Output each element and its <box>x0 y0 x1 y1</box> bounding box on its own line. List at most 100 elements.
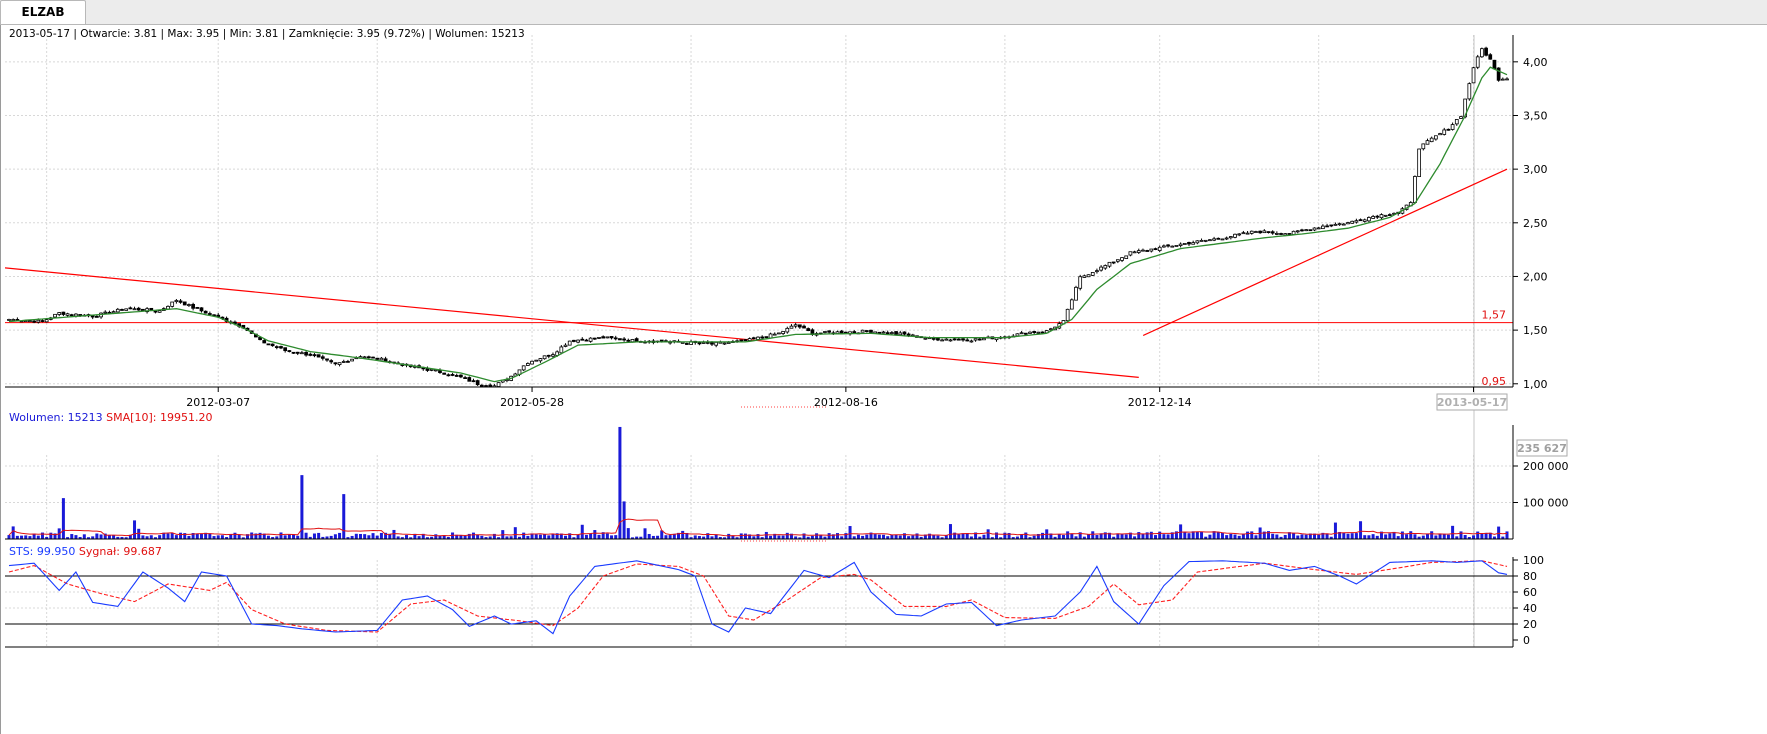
candlestick <box>777 332 781 335</box>
volume-bar <box>7 535 11 539</box>
volume-bar <box>1430 531 1434 539</box>
volume-bar <box>1137 532 1141 539</box>
candlestick <box>28 320 32 323</box>
volume-bar <box>1359 521 1363 539</box>
candlestick <box>1107 261 1112 268</box>
chart-canvas[interactable]: 1,57 0,95 2013-05-17 | Otwarcie: 3.81 | M… <box>1 25 1767 734</box>
volume-bar <box>82 534 86 539</box>
volume-bar <box>1087 534 1091 539</box>
candlestick <box>1166 244 1170 248</box>
candlestick <box>1132 250 1137 254</box>
volume-bar <box>1434 535 1438 539</box>
x-tick-label: 2012-08-16 <box>814 396 878 409</box>
candlestick <box>1446 128 1451 131</box>
candlestick <box>1262 229 1267 234</box>
volume-bar <box>166 533 170 539</box>
candlestick <box>1367 216 1371 223</box>
volume-bar <box>1425 533 1429 539</box>
volume-bar <box>367 535 371 539</box>
volume-bar <box>99 534 103 539</box>
candlestick <box>442 372 447 375</box>
candlestick <box>195 306 200 309</box>
volume-axis-labels: 100 000 200 000 <box>1513 460 1569 510</box>
volume-bar <box>898 535 902 539</box>
volume-bar <box>1400 531 1404 539</box>
volume-bar <box>995 532 999 539</box>
candlestick <box>877 331 882 334</box>
volume-tick-label: 100 000 <box>1523 497 1569 510</box>
candlestick <box>823 331 827 334</box>
candlestick <box>1417 148 1421 177</box>
volume-bar <box>237 534 241 539</box>
cursor-date-label: 2013-05-17 <box>1437 396 1507 409</box>
candlestick <box>961 337 965 342</box>
volume-bar <box>1208 534 1212 539</box>
candlestick <box>157 310 162 313</box>
candlestick <box>1329 224 1334 228</box>
candlestick <box>1375 214 1380 219</box>
candlestick <box>948 338 953 342</box>
candlestick <box>1379 213 1384 220</box>
candlestick <box>572 339 576 343</box>
volume-bar <box>1480 533 1484 539</box>
volume-bar <box>848 526 852 539</box>
volume-bar <box>1003 532 1007 539</box>
volume-bar <box>471 532 475 539</box>
volume-bar <box>358 533 362 539</box>
candlestick <box>1095 268 1099 274</box>
candlestick <box>1308 229 1313 232</box>
volume-bar <box>1020 534 1024 539</box>
candlestick <box>772 332 777 336</box>
volume-bar <box>538 534 542 539</box>
candlestick <box>881 330 886 334</box>
candlestick <box>371 356 375 359</box>
candlestick <box>446 373 451 377</box>
volume-bar <box>1388 533 1392 539</box>
volume-bar <box>856 534 860 539</box>
volume-bar <box>1497 526 1501 539</box>
candlestick <box>103 310 108 314</box>
candlestick <box>496 382 501 387</box>
volume-bar <box>333 534 337 539</box>
candlestick <box>1438 132 1442 136</box>
candlestick <box>1103 264 1108 270</box>
volume-bar <box>1070 533 1074 539</box>
volume-bar <box>1220 532 1224 539</box>
candlestick <box>1032 330 1037 335</box>
volume-bar <box>141 535 145 539</box>
volume-bar <box>1187 533 1191 539</box>
price-tick-label: 4,00 <box>1523 56 1548 69</box>
candlestick <box>1484 46 1488 57</box>
volume-bar <box>836 533 840 539</box>
sts-axis-labels: 0 20 40 60 80 100 <box>1513 554 1544 647</box>
candlestick <box>864 330 869 333</box>
candlestick <box>1471 66 1476 84</box>
volume-bar <box>1183 532 1187 539</box>
volume-bar <box>1066 531 1070 539</box>
volume-bar <box>1195 531 1199 539</box>
tab-elzab[interactable]: ELZAB <box>0 0 86 24</box>
candlestick <box>99 312 103 319</box>
candlestick <box>797 324 802 329</box>
volume-bar <box>1041 532 1045 539</box>
volume-bar <box>668 535 672 539</box>
candlestick <box>1111 261 1116 265</box>
candlestick <box>567 340 572 346</box>
volume-bar <box>195 533 199 539</box>
volume-bar <box>1371 534 1375 539</box>
candlestick <box>521 365 526 372</box>
candlestick <box>1203 239 1208 243</box>
candlestick <box>1212 236 1216 242</box>
candlestick <box>1300 228 1304 232</box>
trend-lines[interactable] <box>5 168 1513 389</box>
volume-bar <box>1250 531 1254 539</box>
candlestick <box>450 372 455 377</box>
candlesticks[interactable] <box>7 46 1509 390</box>
candlestick <box>270 343 275 347</box>
volume-bars[interactable] <box>7 426 1509 539</box>
candlestick <box>1141 248 1145 252</box>
candlestick <box>1220 238 1225 241</box>
candlestick <box>751 336 756 340</box>
volume-bar <box>1124 534 1128 539</box>
volume-bar <box>1459 531 1463 539</box>
